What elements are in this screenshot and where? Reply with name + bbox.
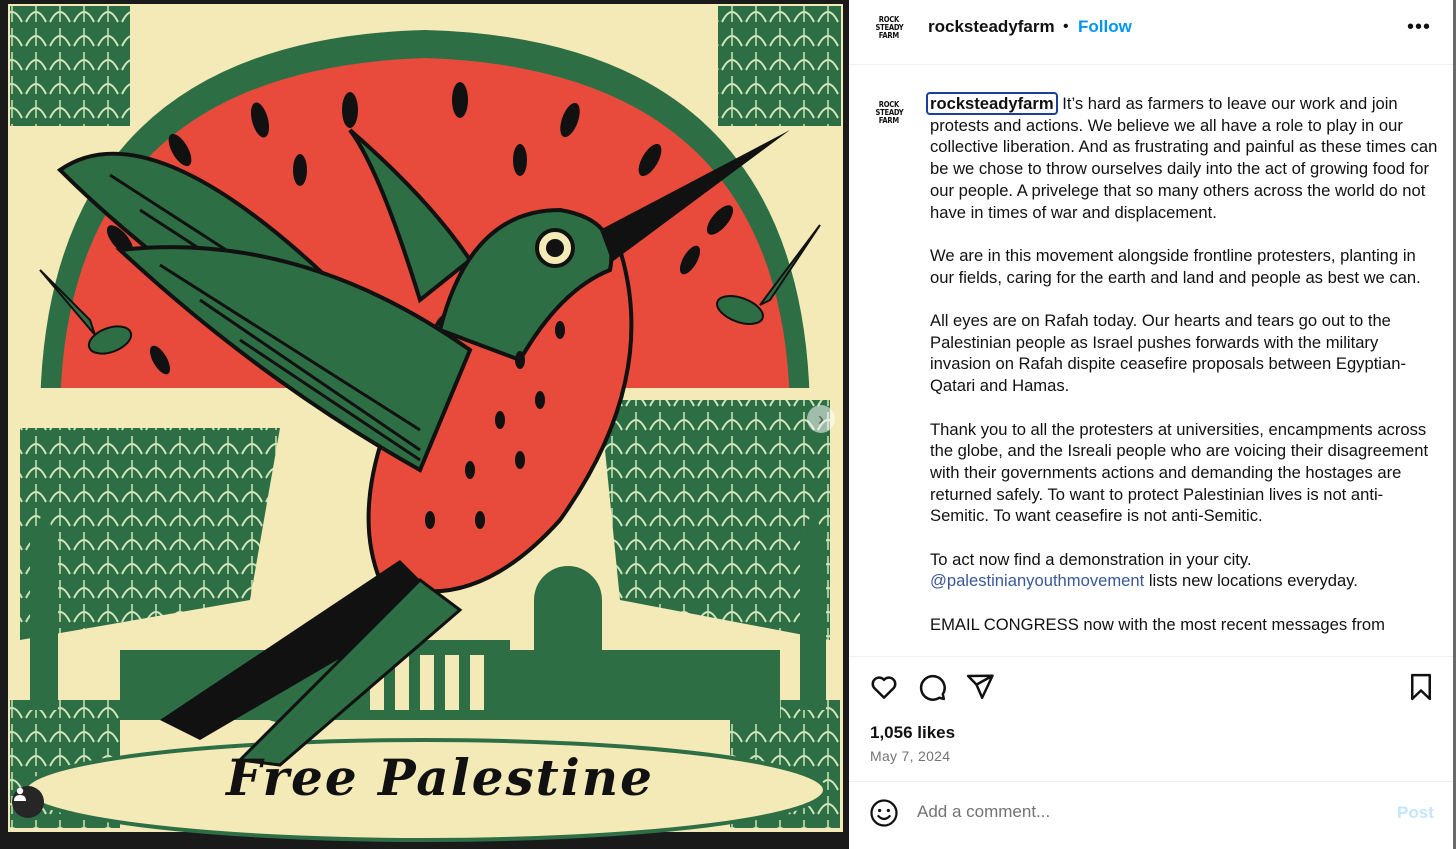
separator-dot: • <box>1063 18 1069 35</box>
caption-username[interactable]: rocksteadyfarm <box>926 92 1058 115</box>
chevron-right-icon: › <box>818 409 824 429</box>
user-icon <box>14 787 26 801</box>
tagged-users-button[interactable] <box>12 786 44 818</box>
comment-input[interactable] <box>917 802 1357 822</box>
action-bar: 1,056 likes May 7, 2024 <box>849 656 1453 782</box>
caption-paragraph: Thank you to all the protesters at unive… <box>930 419 1429 526</box>
caption-avatar[interactable]: ROCK STEADY FARM <box>871 95 907 131</box>
likes-count[interactable]: 1,056 likes <box>870 723 955 743</box>
post-date[interactable]: May 7, 2024 <box>870 748 950 764</box>
share-icon[interactable] <box>965 672 995 707</box>
bookmark-icon[interactable] <box>1406 672 1436 707</box>
mention-link[interactable]: @palestinianyouthmovement <box>930 571 1144 590</box>
caption-paragraph: rocksteadyfarm It’s hard as farmers to l… <box>926 92 1440 223</box>
caption-text: lists new locations everyday. <box>1144 571 1358 591</box>
comment-icon[interactable] <box>917 672 947 707</box>
caption-text: To act now find a demonstration in your … <box>930 549 1252 569</box>
caption-paragraph: All eyes are on Rafah today. Our hearts … <box>930 311 1406 396</box>
emoji-icon[interactable] <box>869 798 899 833</box>
logo-line: FARM <box>878 31 900 40</box>
logo-line: FARM <box>878 116 900 125</box>
post-caption: rocksteadyfarm It’s hard as farmers to l… <box>926 92 1440 655</box>
caption-paragraph: We are in this movement alongside frontl… <box>930 245 1421 287</box>
post-sidebar: ROCK STEADY FARM rocksteadyfarm • Follow… <box>849 0 1453 849</box>
avatar[interactable]: ROCK STEADY FARM <box>871 10 907 46</box>
comment-bar: Post <box>849 781 1453 846</box>
caption-paragraph: EMAIL CONGRESS now with the most recent … <box>930 614 1385 634</box>
hummingbird-artwork <box>8 4 843 842</box>
free-palestine-lettering: Free Palestine <box>226 748 654 807</box>
post-window: Free Palestine › ROCK STEADY FARM rockst… <box>0 0 1456 849</box>
next-image-button[interactable]: › <box>807 405 835 433</box>
username-link[interactable]: rocksteadyfarm <box>928 17 1055 37</box>
caption-paragraph: To act now find a demonstration in your … <box>930 549 1440 592</box>
follow-button[interactable]: Follow <box>1078 17 1132 37</box>
post-header: ROCK STEADY FARM rocksteadyfarm • Follow… <box>849 0 1453 65</box>
heart-icon[interactable] <box>869 672 899 707</box>
caption-scroll-area[interactable]: ROCK STEADY FARM rocksteadyfarm It’s har… <box>849 65 1453 655</box>
post-comment-button[interactable]: Post <box>1397 803 1434 823</box>
post-image[interactable]: Free Palestine › <box>0 0 849 849</box>
more-horizontal-icon[interactable]: ••• <box>1407 17 1431 37</box>
